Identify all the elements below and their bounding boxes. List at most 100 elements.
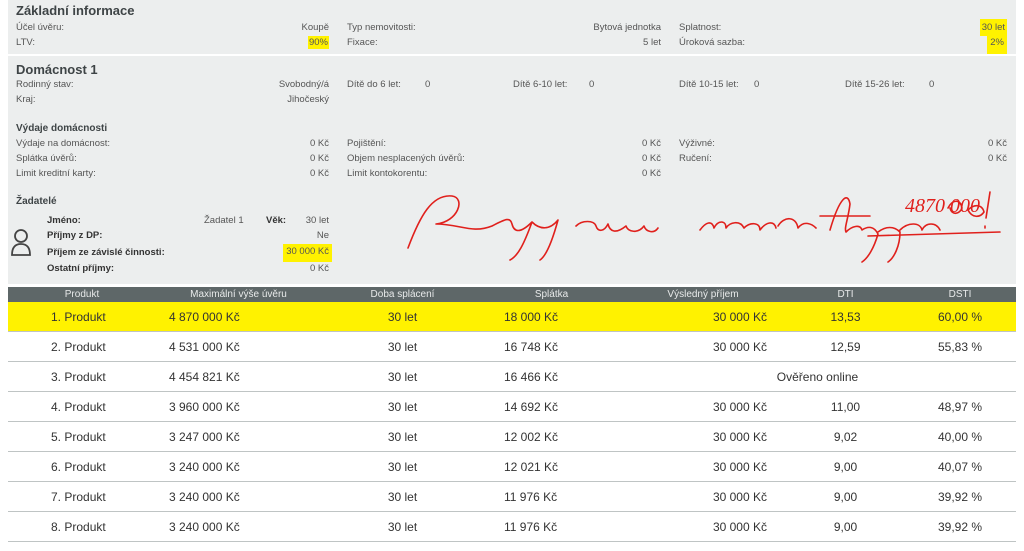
max-loan-cell: 4 454 821 Kč <box>156 361 321 392</box>
table-row[interactable]: 8. Produkt 3 240 000 Kč 30 let 11 976 Kč 30 … <box>8 511 1016 542</box>
child-6-10-label: Dítě 6-10 let: <box>513 79 568 90</box>
dsti-cell: 48,97 % <box>904 391 1016 422</box>
dsti-cell: 40,07 % <box>904 451 1016 482</box>
maturity-value: 30 let <box>979 19 1007 36</box>
handwritten-note: 4870 000 <box>407 191 1001 263</box>
child-10-15-label: Dítě 10-15 let: <box>679 79 739 90</box>
dp-income-label: Příjmy z DP: <box>47 230 103 241</box>
product-name-cell: 1. Produkt <box>8 302 156 332</box>
dti-cell: 13,53 <box>787 302 904 332</box>
divider <box>8 54 1016 56</box>
payment-cell: 11 976 Kč <box>484 481 619 512</box>
term-cell: 30 let <box>321 361 484 392</box>
term-cell: 30 let <box>321 421 484 452</box>
dp-income-value: Ne <box>316 230 329 241</box>
table-row[interactable]: 7. Produkt 3 240 000 Kč 30 let 11 976 Kč 30 … <box>8 481 1016 512</box>
loan-payment-label: Splátka úvěrů: <box>16 153 77 164</box>
col-header-term: Doba splácení <box>321 287 484 302</box>
product-name-cell: 8. Produkt <box>8 511 156 542</box>
other-income-value: 0 Kč <box>309 263 329 274</box>
max-loan-cell: 4 870 000 Kč <box>156 302 321 332</box>
table-row[interactable]: 4. Produkt 3 960 000 Kč 30 let 14 692 Kč 30 … <box>8 391 1016 422</box>
region-label: Kraj: <box>16 94 36 105</box>
unpaid-loans-label: Objem nesplacených úvěrů: <box>347 153 465 164</box>
table-row[interactable]: 1. Produkt 4 870 000 Kč 30 let 18 000 Kč 30 … <box>8 302 1016 332</box>
col-header-dti: DTI <box>787 287 904 302</box>
property-type-label: Typ nemovitosti: <box>347 22 416 33</box>
employment-income-label: Příjem ze závislé činnosti: <box>47 247 165 258</box>
guarantee-label: Ručení: <box>679 153 712 164</box>
table-header-row: Produkt Maximální výše úvěru Doba spláce… <box>8 287 1016 302</box>
income-cell: 30 000 Kč <box>619 302 787 332</box>
employment-income-value: 30 000 Kč <box>283 244 332 262</box>
max-loan-cell: 3 240 000 Kč <box>156 511 321 542</box>
max-loan-cell: 3 960 000 Kč <box>156 391 321 422</box>
child-15-26-value: 0 <box>929 79 935 90</box>
person-icon <box>11 229 31 256</box>
table-row[interactable]: 2. Produkt 4 531 000 Kč 30 let 16 748 Kč 30 … <box>8 331 1016 362</box>
dsti-cell: 39,92 % <box>904 511 1016 542</box>
note-amount: 4870 000 <box>905 195 980 217</box>
household-expense-value: 0 Kč <box>309 138 329 149</box>
dti-cell: 12,59 <box>787 331 904 362</box>
overdraft-value: 0 Kč <box>641 168 661 179</box>
income-cell: 30 000 Kč <box>619 331 787 362</box>
max-loan-cell: 3 240 000 Kč <box>156 451 321 482</box>
payment-cell: 16 748 Kč <box>484 331 619 362</box>
loan-payment-value: 0 Kč <box>309 153 329 164</box>
payment-cell: 14 692 Kč <box>484 391 619 422</box>
age-label: Věk: <box>266 215 287 226</box>
table-row[interactable]: 3. Produkt 4 454 821 Kč 30 let 16 466 Kč Ově… <box>8 361 1016 392</box>
payment-cell: 12 021 Kč <box>484 451 619 482</box>
product-name-cell: 5. Produkt <box>8 421 156 452</box>
income-cell: 30 000 Kč <box>619 511 787 542</box>
dti-cell: 9,00 <box>787 451 904 482</box>
payment-cell: 12 002 Kč <box>484 421 619 452</box>
marital-label: Rodinný stav: <box>16 79 74 90</box>
purpose-label: Účel úvěru: <box>16 22 65 33</box>
dsti-cell: 39,92 % <box>904 481 1016 512</box>
rate-value: 2% <box>987 35 1007 54</box>
term-cell: 30 let <box>321 511 484 542</box>
dti-cell: 11,00 <box>787 391 904 422</box>
table-row[interactable]: 5. Produkt 3 247 000 Kč 30 let 12 002 Kč 30 … <box>8 421 1016 452</box>
child-0-6-label: Dítě do 6 let: <box>347 79 401 90</box>
unpaid-loans-value: 0 Kč <box>641 153 661 164</box>
other-income-label: Ostatní příjmy: <box>47 263 115 274</box>
dsti-cell: 40,00 % <box>904 421 1016 452</box>
product-name-cell: 2. Produkt <box>8 331 156 362</box>
household-title: Domácnost 1 <box>16 62 98 77</box>
products-table: Produkt Maximální výše úvěru Doba spláce… <box>8 287 1016 542</box>
col-header-max-loan: Maximální výše úvěru <box>156 287 321 302</box>
income-cell: 30 000 Kč <box>619 421 787 452</box>
max-loan-cell: 3 247 000 Kč <box>156 421 321 452</box>
marital-value: Svobodný/á <box>278 79 329 90</box>
alimony-value: 0 Kč <box>987 138 1007 149</box>
ltv-label: LTV: <box>16 37 36 48</box>
purpose-value: Koupě <box>301 22 329 33</box>
max-loan-cell: 4 531 000 Kč <box>156 331 321 362</box>
fixation-label: Fixace: <box>347 37 378 48</box>
credit-card-label: Limit kreditní karty: <box>16 168 96 179</box>
fixation-value: 5 let <box>643 37 661 48</box>
maturity-label: Splatnost: <box>679 22 722 33</box>
income-cell: 30 000 Kč <box>619 391 787 422</box>
property-type-value: Bytová jednotka <box>593 22 661 33</box>
overdraft-label: Limit kontokorentu: <box>347 168 428 179</box>
credit-card-value: 0 Kč <box>309 168 329 179</box>
insurance-label: Pojištění: <box>347 138 387 149</box>
guarantee-value: 0 Kč <box>987 153 1007 164</box>
payment-cell: 11 976 Kč <box>484 511 619 542</box>
table-row[interactable]: 6. Produkt 3 240 000 Kč 30 let 12 021 Kč 30 … <box>8 451 1016 482</box>
col-header-payment: Splátka <box>484 287 619 302</box>
dti-cell: 9,00 <box>787 511 904 542</box>
income-cell: 30 000 Kč <box>619 481 787 512</box>
ltv-value: 90% <box>307 36 329 49</box>
term-cell: 30 let <box>321 302 484 332</box>
payment-cell: 18 000 Kč <box>484 302 619 332</box>
term-cell: 30 let <box>321 391 484 422</box>
child-10-15-value: 0 <box>754 79 760 90</box>
household-expense-label: Výdaje na domácnost: <box>16 138 111 149</box>
income-cell: 30 000 Kč <box>619 451 787 482</box>
age-value: 30 let <box>305 215 329 226</box>
